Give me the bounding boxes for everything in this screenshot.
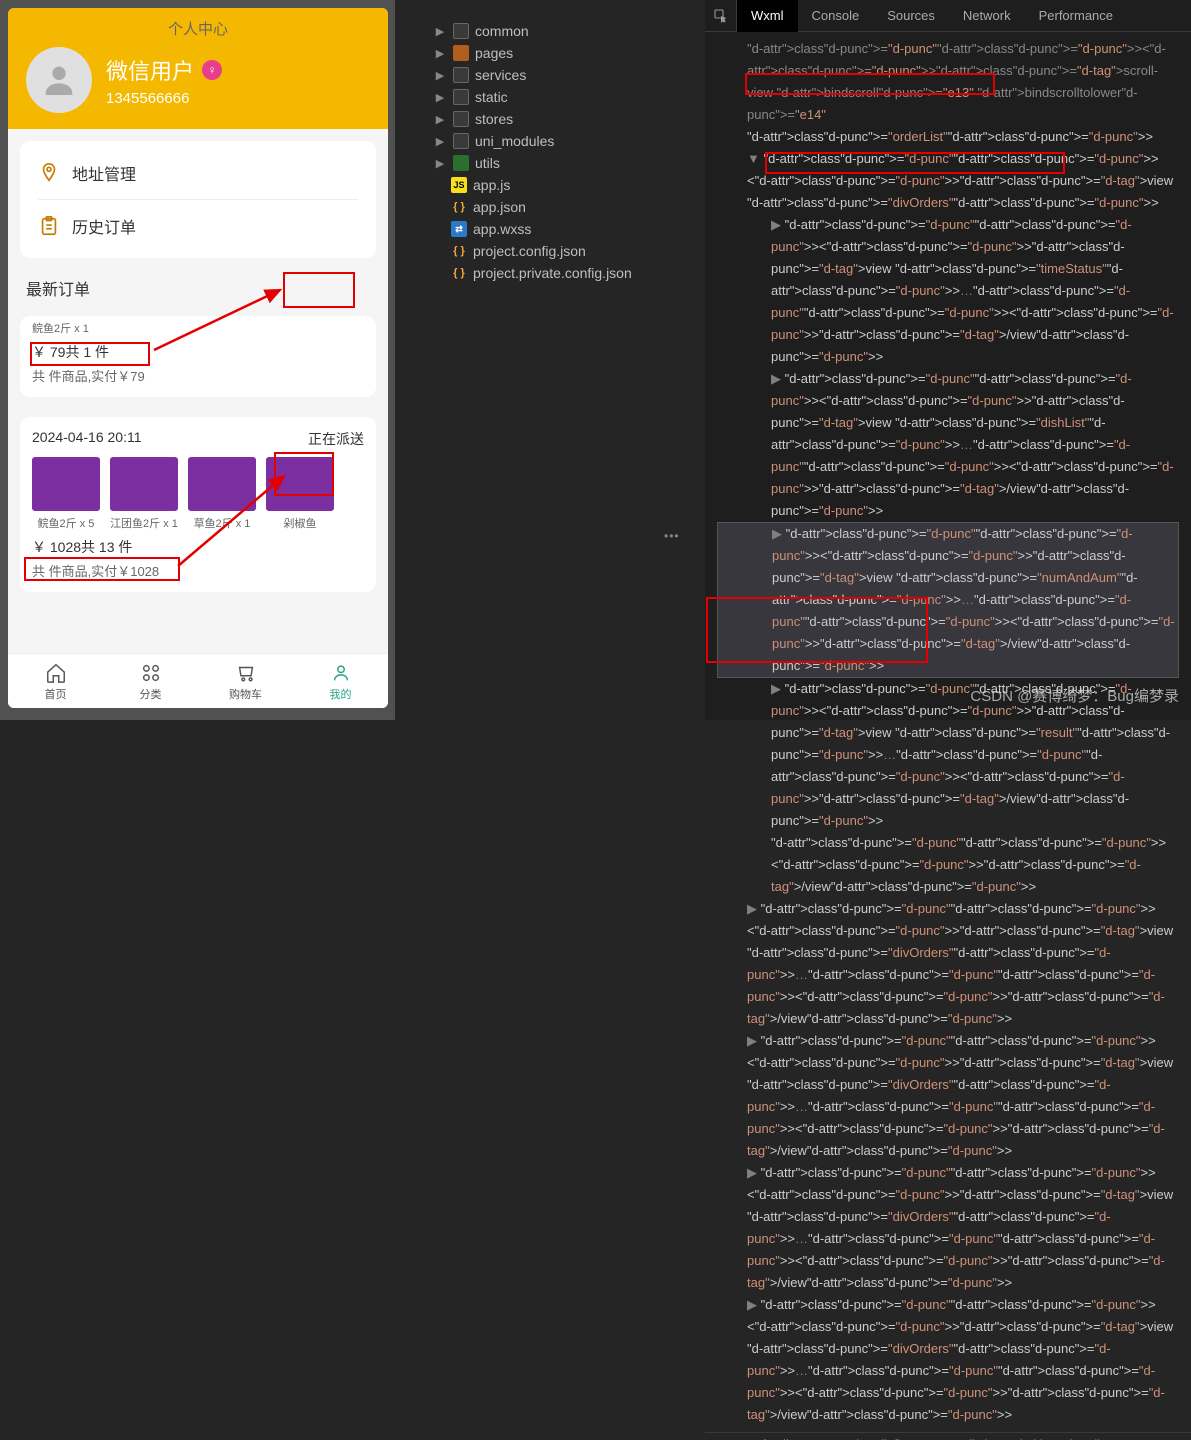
dom-node[interactable]: ▶ "d-attr">class"d-punc">="d-punc""d-att…	[717, 368, 1179, 522]
avatar[interactable]	[26, 47, 92, 113]
chevron-right-icon: ▶	[433, 135, 447, 148]
devtools-panel: WxmlConsoleSourcesNetworkPerformance "d-…	[705, 0, 1191, 720]
annotation-arrow	[150, 280, 288, 356]
devtools-tab-network[interactable]: Network	[949, 0, 1025, 32]
file-icon: { }	[451, 243, 467, 259]
folder-services[interactable]: ▶services	[403, 64, 697, 86]
menu-history-label: 历史订单	[72, 214, 136, 238]
home-icon	[45, 662, 67, 684]
watermark: CSDN @赛博绮梦：Bug编梦录	[970, 685, 1179, 706]
mobile-preview-panel: 个人中心 微信用户 ♀ 1345566666 地址管理	[0, 0, 395, 720]
folder-icon	[453, 23, 469, 39]
file-icon: ⇄	[451, 221, 467, 237]
clipboard-icon	[38, 215, 60, 237]
folder-icon	[453, 111, 469, 127]
order2-status: 正在派送	[308, 429, 364, 449]
person-icon	[39, 60, 79, 100]
file-icon: { }	[451, 199, 467, 215]
tab-cart[interactable]: 购物车	[198, 654, 293, 708]
page-title: 个人中心	[8, 18, 388, 47]
chevron-right-icon: ▶	[433, 25, 447, 38]
folder-icon	[453, 133, 469, 149]
folder-icon	[453, 89, 469, 105]
chevron-right-icon: ▶	[433, 113, 447, 126]
chevron-right-icon: ▶	[433, 157, 447, 170]
file-icon: { }	[451, 265, 467, 281]
devtools-tab-performance[interactable]: Performance	[1025, 0, 1127, 32]
devtools-tab-wxml[interactable]: Wxml	[737, 0, 798, 32]
dom-node[interactable]: ▶ "d-attr">class"d-punc">="d-punc""d-att…	[717, 1294, 1179, 1426]
file-project.private.config.json[interactable]: { }project.private.config.json	[403, 262, 697, 284]
inspect-button[interactable]	[705, 0, 737, 32]
dom-node[interactable]: ▼ "d-attr">class"d-punc">="d-punc""d-att…	[717, 148, 1179, 214]
folder-pages[interactable]: ▶pages	[403, 42, 697, 64]
tab-home[interactable]: 首页	[8, 654, 103, 708]
annotation-arrow	[174, 466, 294, 574]
file-tree-panel: ▶common▶pages▶services▶static▶stores▶uni…	[395, 0, 705, 720]
order2-time: 2024-04-16 20:11	[32, 429, 142, 449]
menu-card: 地址管理 历史订单	[20, 141, 376, 258]
latest-orders-title: 最新订单	[26, 276, 90, 300]
username: 微信用户	[106, 54, 194, 86]
cursor-icon	[713, 8, 729, 24]
dish-item: 江团鱼2斤 x 1	[110, 457, 178, 531]
dom-node[interactable]: ▶ "d-attr">class"d-punc">="d-punc""d-att…	[717, 898, 1179, 1030]
grid-icon	[140, 662, 162, 684]
dish-label: 鲩鱼2斤 x 5	[38, 515, 95, 531]
menu-history[interactable]: 历史订单	[38, 200, 358, 252]
menu-address[interactable]: 地址管理	[38, 147, 358, 200]
gender-badge: ♀	[202, 60, 222, 80]
person-icon	[330, 662, 352, 684]
folder-common[interactable]: ▶common	[403, 20, 697, 42]
folder-icon	[453, 155, 469, 171]
dish-image	[32, 457, 100, 511]
folder-stores[interactable]: ▶stores	[403, 108, 697, 130]
mobile-header: 个人中心 微信用户 ♀ 1345566666	[8, 8, 388, 129]
user-phone: 1345566666	[106, 90, 222, 107]
pin-icon	[38, 162, 60, 184]
tabbar: 首页 分类 购物车 我的	[8, 653, 388, 708]
dom-node[interactable]: ▶ "d-attr">class"d-punc">="d-punc""d-att…	[717, 1162, 1179, 1294]
file-app.js[interactable]: JSapp.js	[403, 174, 697, 196]
file-app.wxss[interactable]: ⇄app.wxss	[403, 218, 697, 240]
cart-icon	[235, 662, 257, 684]
dom-tree[interactable]: "d-attr">class"d-punc">="d-punc""d-attr"…	[705, 32, 1191, 1432]
dom-node[interactable]: ▶ "d-attr">class"d-punc">="d-punc""d-att…	[717, 1030, 1179, 1162]
folder-uni_modules[interactable]: ▶uni_modules	[403, 130, 697, 152]
menu-address-label: 地址管理	[72, 161, 136, 185]
dish-item: 鲩鱼2斤 x 5	[32, 457, 100, 531]
devtools-tab-console[interactable]: Console	[798, 0, 874, 32]
chevron-right-icon: ▶	[433, 69, 447, 82]
file-icon: JS	[451, 177, 467, 193]
dish-label: 鲩鱼2斤 x 1	[32, 320, 89, 336]
devtools-tabs: WxmlConsoleSourcesNetworkPerformance	[705, 0, 1191, 32]
tab-mine[interactable]: 我的	[293, 654, 388, 708]
folder-static[interactable]: ▶static	[403, 86, 697, 108]
order1-result: 共 件商品,实付￥79	[32, 366, 364, 385]
dom-node[interactable]: ▶ "d-attr">class"d-punc">="d-punc""d-att…	[717, 214, 1179, 368]
folder-utils[interactable]: ▶utils	[403, 152, 697, 174]
dish-image	[110, 457, 178, 511]
folder-icon	[453, 45, 469, 61]
chevron-right-icon: ▶	[433, 47, 447, 60]
chevron-right-icon: ▶	[433, 91, 447, 104]
dom-node-selected[interactable]: •••▶ "d-attr">class"d-punc">="d-punc""d-…	[717, 522, 1179, 678]
file-app.json[interactable]: { }app.json	[403, 196, 697, 218]
devtools-tab-sources[interactable]: Sources	[873, 0, 949, 32]
tab-category[interactable]: 分类	[103, 654, 198, 708]
breadcrumb[interactable]: pageview#user.appview.divContentscroll-v…	[705, 1432, 1191, 1440]
file-project.config.json[interactable]: { }project.config.json	[403, 240, 697, 262]
folder-icon	[453, 67, 469, 83]
dish-label: 江团鱼2斤 x 1	[110, 515, 178, 531]
